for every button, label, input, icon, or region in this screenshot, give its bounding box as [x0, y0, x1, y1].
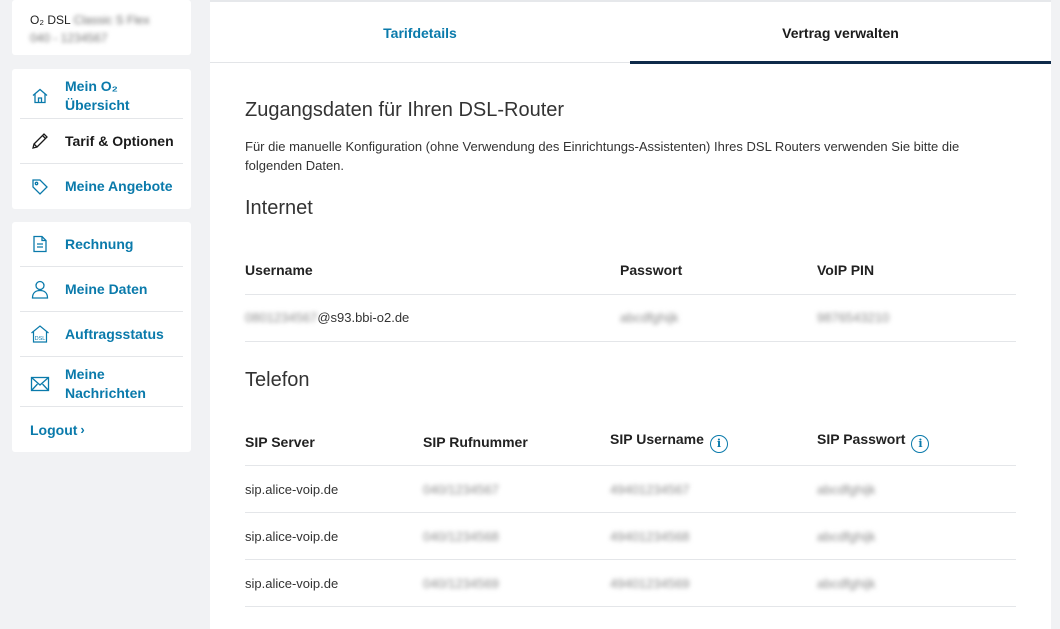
account-product-line: O₂ DSL Classic S Flex: [30, 11, 173, 29]
sip-passwort-cell: abcdfghijk: [817, 465, 1016, 513]
sip-username-cell: 49401234568: [610, 512, 817, 560]
svg-text:DSL: DSL: [35, 336, 46, 342]
info-icon[interactable]: i: [911, 434, 930, 453]
voip-pin-cell: 9876543210: [817, 294, 1016, 342]
sip-username-value: 49401234568: [610, 528, 690, 544]
username-cell: 0801234567@s93.bbi-o2.de: [245, 294, 620, 342]
sidebar-item-label: Meine Angebote: [65, 178, 173, 194]
sidebar-item-auftragsstatus[interactable]: DSL Auftragsstatus: [20, 312, 183, 357]
sip-server-cell: sip.alice-voip.de: [245, 512, 423, 560]
dsl-house-icon: DSL: [29, 323, 51, 345]
sidebar-item-label: Meine Daten: [65, 280, 148, 297]
tab-bar: Tarifdetails Vertrag verwalten: [210, 2, 1051, 64]
logout-link[interactable]: Logout ›: [20, 407, 183, 452]
telefon-table: SIP Server SIP Rufnummer SIP Username i S…: [245, 418, 1016, 607]
table-header-row: Username Passwort VoIP PIN: [245, 247, 1016, 295]
table-row: sip.alice-voip.de 040/1234567 4940123456…: [245, 465, 1016, 513]
header-sip-passwort-label: SIP Passwort: [817, 431, 906, 447]
sidebar-item-rechnung[interactable]: Rechnung: [20, 222, 183, 267]
sip-server-cell: sip.alice-voip.de: [245, 559, 423, 607]
account-card[interactable]: O₂ DSL Classic S Flex 040 - 1234567: [12, 0, 191, 55]
main-panel: Tarifdetails Vertrag verwalten Zugangsda…: [210, 0, 1051, 629]
sip-passwort-value: abcdfghijk: [817, 575, 876, 591]
sip-rufnummer-cell: 040/1234568: [423, 512, 610, 560]
chevron-right-icon: ›: [80, 422, 85, 437]
sip-passwort-cell: abcdfghijk: [817, 559, 1016, 607]
username-suffix: @s93.bbi-o2.de: [317, 310, 410, 325]
account-product: O₂ DSL: [30, 13, 71, 27]
sidebar-item-label: Auftragsstatus: [65, 325, 164, 342]
header-sip-username: SIP Username i: [610, 418, 817, 466]
tab-vertrag-verwalten[interactable]: Vertrag verwalten: [630, 2, 1051, 64]
sip-server-cell: sip.alice-voip.de: [245, 465, 423, 513]
header-sip-rufnummer: SIP Rufnummer: [423, 418, 610, 466]
voip-pin-value: 9876543210: [817, 310, 890, 325]
sip-rufnummer-cell: 040/1234569: [423, 559, 610, 607]
internet-table: Username Passwort VoIP PIN 0801234567@s9…: [245, 247, 1016, 342]
header-sip-username-label: SIP Username: [610, 431, 704, 447]
table-row: sip.alice-voip.de 040/1234568 4940123456…: [245, 512, 1016, 560]
sidebar-item-meine-angebote[interactable]: Meine Angebote: [20, 164, 183, 209]
info-icon[interactable]: i: [709, 434, 728, 453]
header-sip-passwort: SIP Passwort i: [817, 418, 1016, 466]
envelope-icon: [29, 373, 51, 395]
sip-passwort-value: abcdfghijk: [817, 528, 876, 544]
logout-label: Logout: [30, 421, 78, 438]
sip-rufnummer-cell: 040/1234567: [423, 465, 610, 513]
username-blurred: 0801234567: [245, 310, 318, 325]
content-area: Zugangsdaten für Ihren DSL-Router Für di…: [210, 99, 1051, 607]
home-icon: [29, 85, 51, 107]
nav-group-secondary: Rechnung Meine Daten DSL Auftragsstatus …: [12, 222, 191, 452]
tab-tarifdetails[interactable]: Tarifdetails: [210, 2, 630, 63]
sip-passwort-value: abcdfghijk: [817, 481, 876, 497]
intro-text: Für die manuelle Konfiguration (ohne Ver…: [245, 139, 960, 173]
sidebar-item-label: Rechnung: [65, 235, 134, 252]
header-voip-pin: VoIP PIN: [817, 247, 1016, 295]
sidebar-item-label: Tarif & Optionen: [65, 132, 174, 149]
sip-username-cell: 49401234569: [610, 559, 817, 607]
sidebar-item-mein-o2[interactable]: Mein O₂ Übersicht: [20, 69, 183, 119]
sip-rufnummer-value: 040/1234569: [423, 575, 499, 591]
sidebar-item-meine-daten[interactable]: Meine Daten: [20, 267, 183, 312]
page-title: Zugangsdaten für Ihren DSL-Router: [245, 99, 565, 121]
password-value: abcdfghijk: [620, 310, 679, 325]
pencil-icon: [29, 130, 51, 152]
table-row: sip.alice-voip.de 040/1234569 4940123456…: [245, 559, 1016, 607]
header-passwort: Passwort: [620, 247, 817, 295]
nav-group-primary: Mein O₂ Übersicht Tarif & Optionen Meine…: [12, 69, 191, 209]
sip-username-value: 49401234569: [610, 575, 690, 591]
internet-section-title: Internet: [245, 197, 313, 219]
tag-icon: [29, 176, 51, 198]
sidebar-item-label: Meine Nachrichten: [65, 365, 146, 401]
sidebar-item-label: Mein O₂ Übersicht: [65, 77, 130, 113]
account-number: 040 - 1234567: [30, 31, 108, 45]
table-header-row: SIP Server SIP Rufnummer SIP Username i S…: [245, 418, 1016, 466]
password-cell: abcdfghijk: [620, 294, 817, 342]
telefon-section-title: Telefon: [245, 368, 310, 391]
account-plan: Classic S Flex: [73, 13, 150, 27]
person-icon: [29, 278, 51, 300]
table-row: 0801234567@s93.bbi-o2.de abcdfghijk 9876…: [245, 294, 1016, 342]
sip-username-value: 49401234567: [610, 481, 690, 497]
sidebar: O₂ DSL Classic S Flex 040 - 1234567 Mein…: [12, 0, 191, 452]
sip-rufnummer-value: 040/1234567: [423, 481, 499, 497]
sidebar-item-meine-nachrichten[interactable]: Meine Nachrichten: [20, 357, 183, 407]
sidebar-item-tarif-optionen[interactable]: Tarif & Optionen: [20, 119, 183, 164]
sip-passwort-cell: abcdfghijk: [817, 512, 1016, 560]
sip-username-cell: 49401234567: [610, 465, 817, 513]
header-sip-server: SIP Server: [245, 418, 423, 466]
document-icon: [29, 233, 51, 255]
sip-rufnummer-value: 040/1234568: [423, 528, 499, 544]
header-username: Username: [245, 247, 620, 295]
